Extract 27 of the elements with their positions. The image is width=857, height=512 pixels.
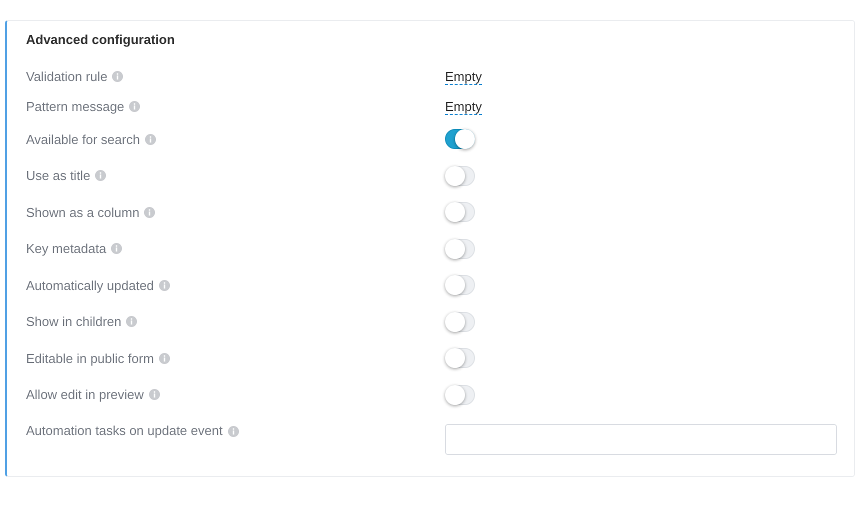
info-icon: [126, 316, 138, 328]
field-label: Allow edit in preview: [26, 387, 144, 402]
editable-value[interactable]: Empty: [445, 98, 482, 114]
info-icon: [95, 170, 106, 182]
field-label: Use as title: [26, 168, 90, 184]
info-icon: [144, 134, 156, 145]
field-label: Available for search: [26, 132, 140, 147]
field-label: Key metadata: [26, 241, 106, 256]
info-icon: [228, 426, 239, 436]
field-label: Show in children: [26, 314, 122, 330]
input-field[interactable]: [445, 424, 837, 455]
field-label: Pattern message: [26, 98, 124, 114]
editable-value[interactable]: Empty: [445, 68, 482, 84]
info-icon: [158, 280, 170, 291]
field-label: Editable in public form: [26, 350, 154, 366]
info-icon: [129, 100, 140, 112]
toggle-switch[interactable]: [445, 129, 475, 150]
field-label: Validation rule: [26, 68, 108, 84]
field-label: Automation tasks on update event: [26, 424, 223, 438]
info-icon: [111, 243, 122, 254]
field-label: Automatically updated: [26, 278, 154, 293]
section-title: Advanced configuration: [26, 31, 175, 49]
info-icon: [144, 206, 156, 218]
field-label: Shown as a column: [26, 204, 140, 220]
info-icon: [158, 352, 170, 364]
info-icon: [148, 389, 160, 400]
info-icon: [112, 70, 124, 82]
